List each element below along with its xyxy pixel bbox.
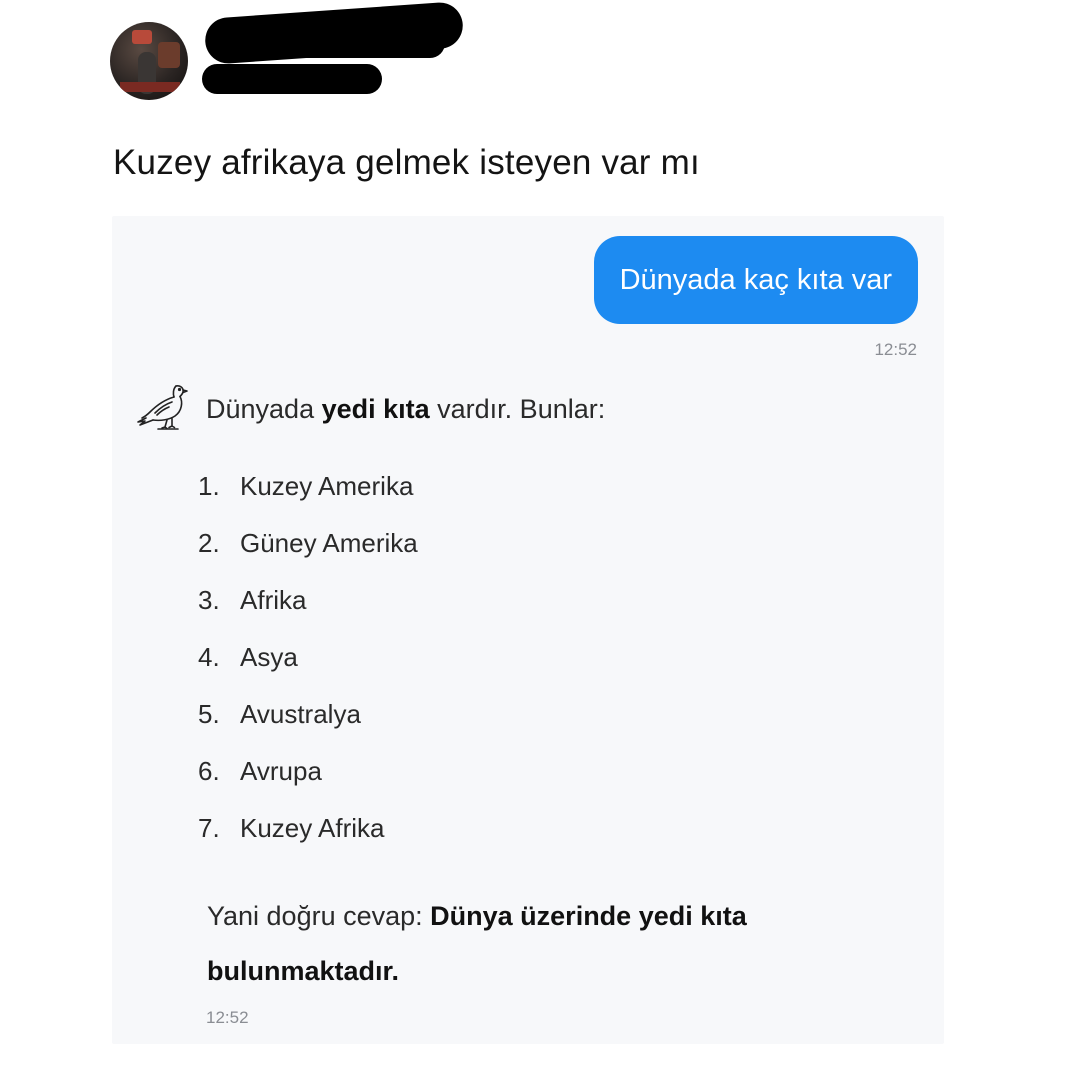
list-item: 4. Asya [198, 642, 418, 699]
avatar-detail [158, 42, 180, 68]
list-item-number: 1. [198, 471, 220, 501]
profile-avatar[interactable] [110, 22, 188, 100]
user-message-timestamp: 12:52 [874, 340, 917, 359]
list-item: 1. Kuzey Amerika [198, 471, 418, 528]
bot-intro-bold: yedi kıta [321, 394, 430, 424]
bot-intro-suffix: vardır. Bunlar: [429, 394, 606, 424]
list-item-number: 3. [198, 585, 220, 615]
redacted-display-name [215, 28, 445, 58]
list-item: 2. Güney Amerika [198, 528, 418, 585]
user-message-bubble: Dünyada kaç kıta var [593, 236, 918, 324]
list-item-number: 6. [198, 756, 220, 786]
list-item-number: 7. [198, 813, 220, 843]
bot-intro-text: Dünyada yedi kıta vardır. Bunlar: [206, 394, 605, 425]
continent-list: 1. Kuzey Amerika 2. Güney Amerika 3. Afrika… [198, 471, 418, 870]
list-item: 7. Kuzey Afrika [198, 813, 418, 870]
list-item-number: 2. [198, 528, 220, 558]
avatar-detail [120, 82, 180, 92]
chat-screenshot: Dünyada kaç kıta var 12:52 Dünyada yedi … [112, 216, 944, 1044]
list-item-label: Afrika [240, 585, 307, 615]
list-item-label: Avrupa [240, 756, 322, 786]
list-item-label: Güney Amerika [240, 528, 418, 558]
dove-icon [137, 385, 188, 430]
list-item-label: Avustralya [240, 699, 361, 729]
list-item: 3. Afrika [198, 585, 418, 642]
list-item-label: Asya [240, 642, 298, 672]
list-item: 6. Avrupa [198, 756, 418, 813]
bot-answer-text: Yani doğru cevap: Dünya üzerinde yedi kı… [207, 889, 927, 999]
answer-prefix: Yani doğru cevap: [207, 901, 431, 931]
redacted-username [202, 64, 382, 94]
list-item-number: 4. [198, 642, 220, 672]
avatar-detail [132, 30, 152, 44]
bot-message-timestamp: 12:52 [206, 1008, 249, 1027]
bot-intro-prefix: Dünyada [206, 394, 322, 424]
list-item: 5. Avustralya [198, 699, 418, 756]
list-item-label: Kuzey Afrika [240, 813, 385, 843]
list-item-label: Kuzey Amerika [240, 471, 414, 501]
tweet-text: Kuzey afrikaya gelmek isteyen var mı [113, 143, 700, 182]
list-item-number: 5. [198, 699, 220, 729]
